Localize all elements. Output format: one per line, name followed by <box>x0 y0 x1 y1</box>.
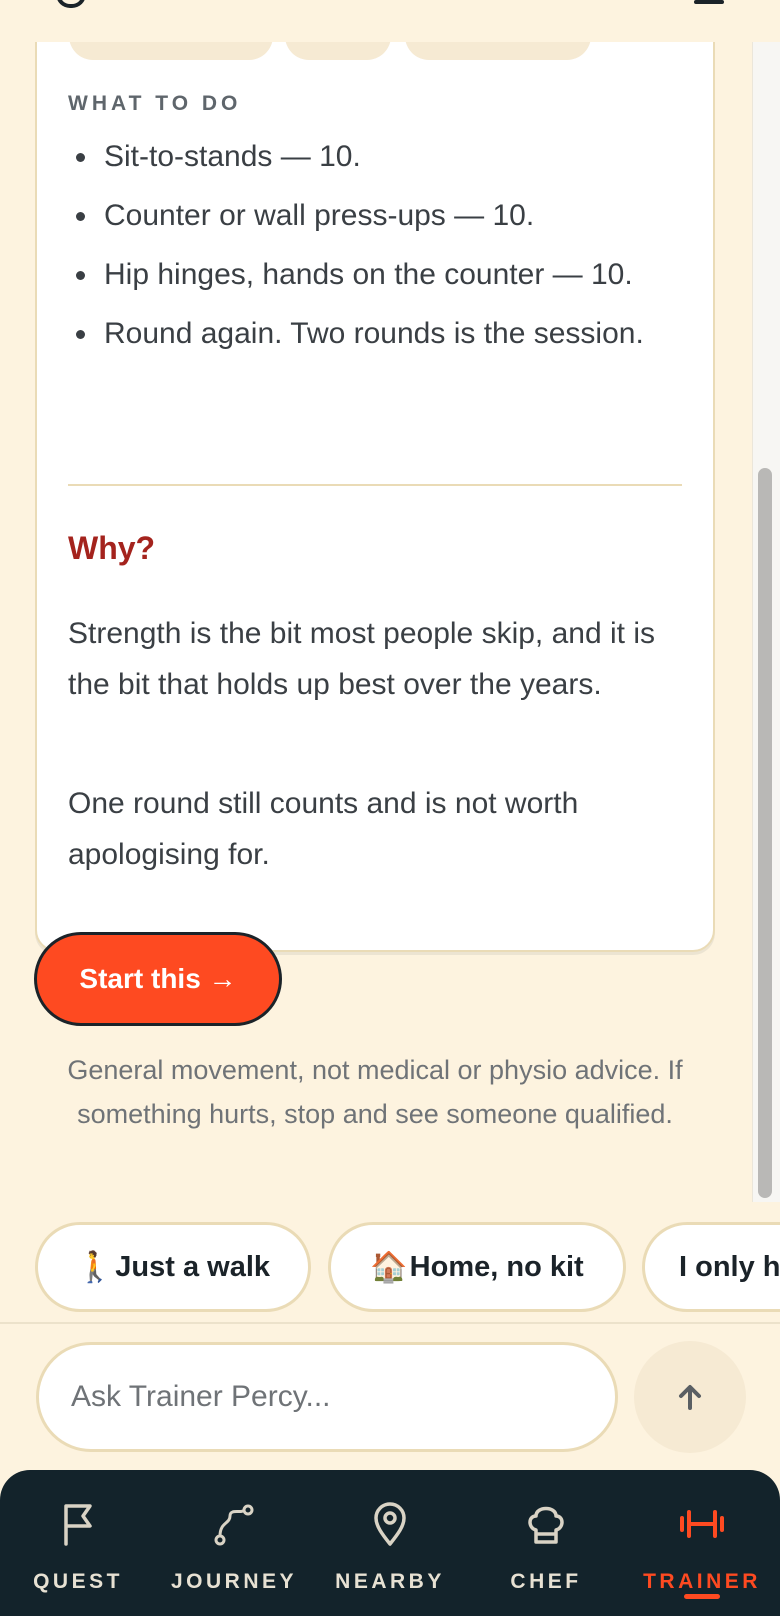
chef-hat-icon <box>528 1506 564 1544</box>
chip-label: Just a walk <box>115 1250 271 1283</box>
app-logo-icon[interactable] <box>56 0 86 8</box>
tag-pill <box>69 42 273 60</box>
list-item: Hip hinges, hands on the counter — 10. <box>68 250 678 300</box>
map-pin-icon <box>374 1502 406 1546</box>
why-paragraph: Strength is the bit most people skip, an… <box>68 617 655 701</box>
flag-icon <box>64 1504 92 1546</box>
divider <box>68 484 682 486</box>
chip-label: Home, no kit <box>409 1250 584 1283</box>
walking-person-icon: 🚶 <box>75 1249 114 1285</box>
chip-just-a-walk[interactable]: 🚶 Just a walk <box>35 1222 311 1312</box>
dumbbell-icon <box>680 1510 724 1538</box>
nav-item-chef[interactable]: CHEF <box>468 1470 624 1616</box>
why-paragraph: One round still counts and is not worth … <box>68 787 579 871</box>
nav-label: NEARBY <box>335 1570 445 1593</box>
active-tab-indicator <box>684 1594 720 1599</box>
chip-label: I only h <box>679 1250 780 1283</box>
chip-home-no-kit[interactable]: 🏠 Home, no kit <box>328 1222 626 1312</box>
nav-label: QUEST <box>33 1570 123 1593</box>
ask-trainer-input[interactable] <box>36 1342 618 1452</box>
quick-reply-chips: 🚶 Just a walk 🏠 Home, no kit I only h <box>0 1218 780 1318</box>
nav-item-nearby[interactable]: NEARBY <box>312 1470 468 1616</box>
list-item: Round again. Two rounds is the session. <box>68 309 678 359</box>
menu-icon[interactable] <box>694 0 724 4</box>
steps-list: Sit-to-stands — 10. Counter or wall pres… <box>68 132 678 368</box>
tag-pill <box>285 42 391 60</box>
nav-label: JOURNEY <box>170 1570 298 1593</box>
composer-divider <box>0 1322 780 1324</box>
scrollbar-thumb[interactable] <box>758 468 772 1198</box>
house-icon: 🏠 <box>370 1249 408 1285</box>
list-item: Counter or wall press-ups — 10. <box>68 191 678 241</box>
why-title: Why? <box>68 530 156 566</box>
list-item: Sit-to-stands — 10. <box>68 132 678 182</box>
start-this-button[interactable]: Start this → <box>34 932 282 1026</box>
disclaimer-text: General movement, not medical or physio … <box>67 1055 683 1129</box>
nav-item-quest[interactable]: QUEST <box>0 1470 156 1616</box>
nav-item-journey[interactable]: JOURNEY <box>156 1470 312 1616</box>
nav-label: CHEF <box>510 1570 582 1593</box>
section-label: WHAT TO DO <box>68 92 242 115</box>
send-button[interactable] <box>634 1341 746 1453</box>
nav-label: TRAINER <box>643 1570 761 1593</box>
arrow-up-icon <box>679 1385 701 1410</box>
bottom-nav: QUEST JOURNEY NEARBY CHEF TRAINER <box>0 1470 780 1616</box>
top-app-bar <box>0 0 780 42</box>
tag-pill <box>405 42 591 60</box>
chip-i-only-have[interactable]: I only h <box>642 1222 780 1312</box>
route-icon <box>214 1504 254 1546</box>
